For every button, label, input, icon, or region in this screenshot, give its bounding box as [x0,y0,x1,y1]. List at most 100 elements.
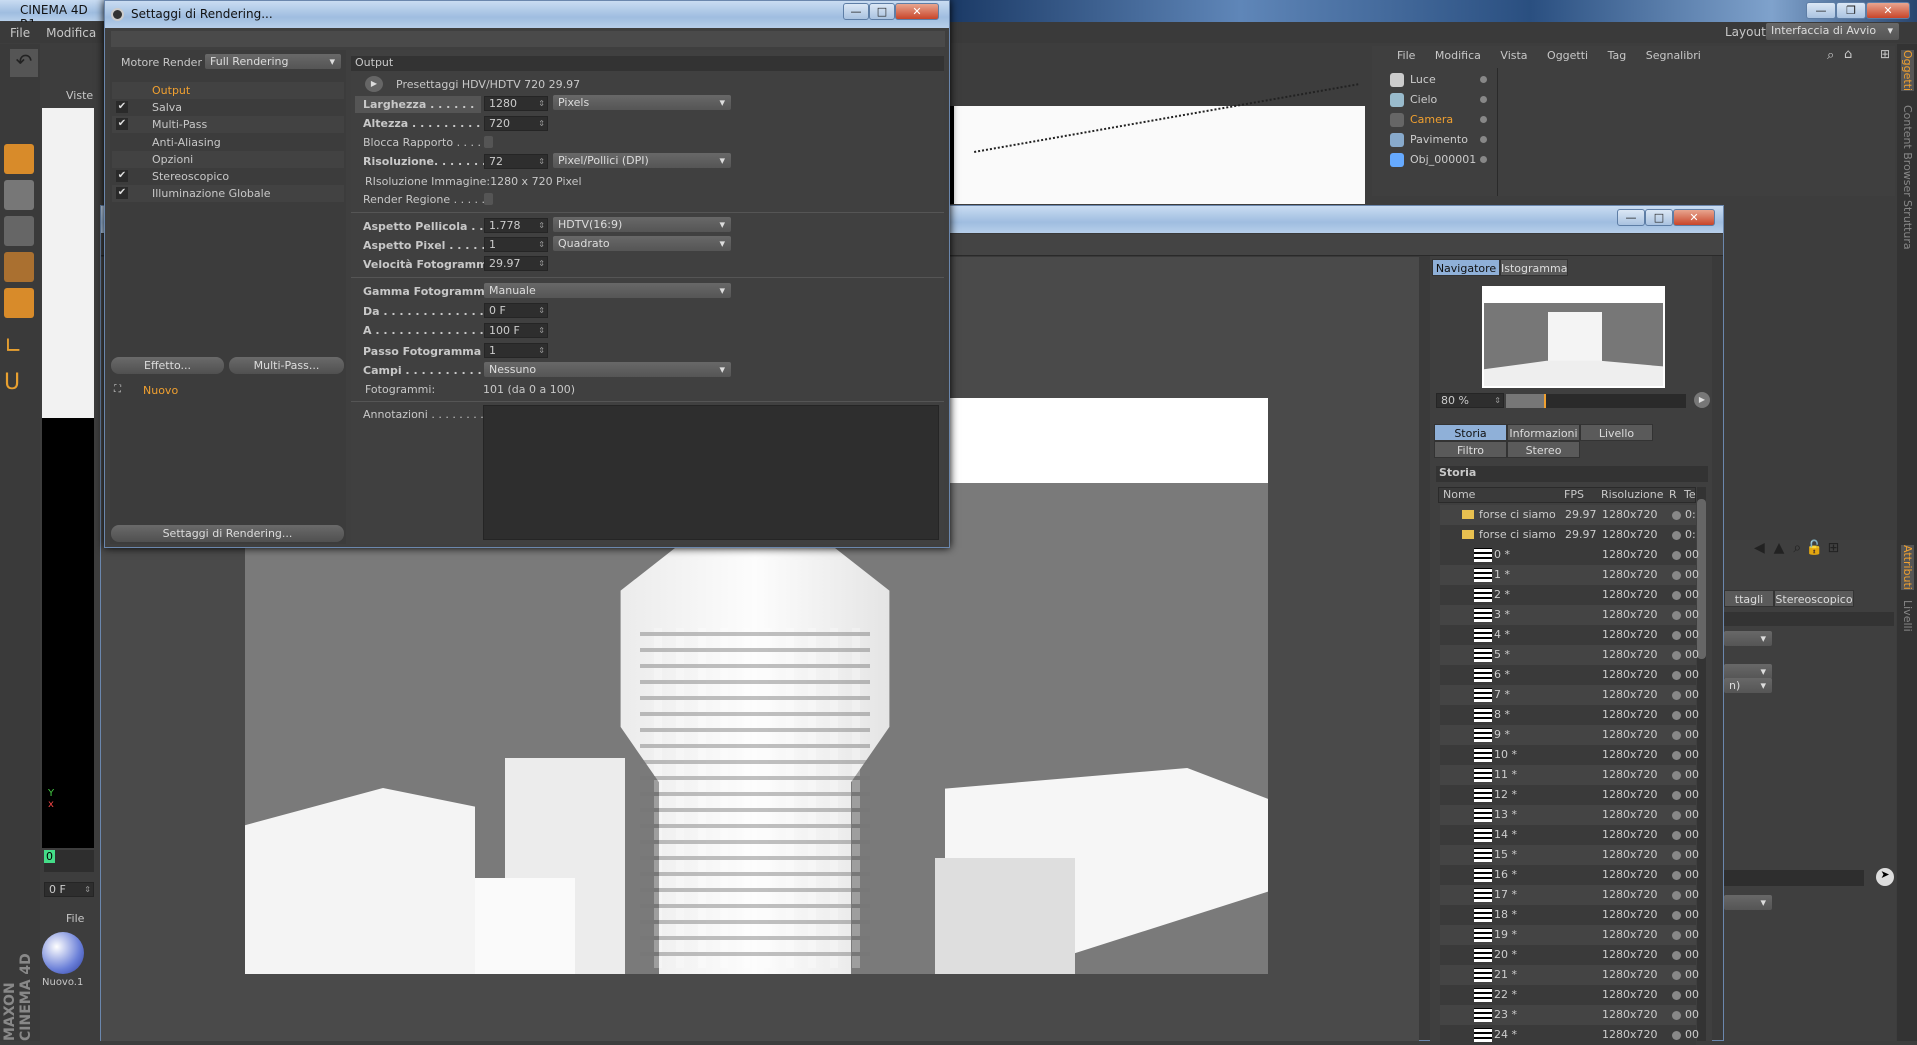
history-frame-row[interactable]: 10 * 1280x720 00 [1440,745,1699,765]
cube-tool-icon[interactable] [4,216,34,246]
menu-modifica[interactable]: Modifica [46,26,96,40]
preset-button[interactable]: ▶ [365,76,383,92]
material-menu-file[interactable]: File [66,912,84,925]
history-frame-row[interactable]: 3 * 1280x720 00 [1440,605,1699,625]
gamma-dropdown[interactable]: Manuale [484,283,731,298]
engine-dropdown[interactable]: Full Rendering [205,54,341,69]
aspetto-pellicola-dropdown[interactable]: HDTV(16:9) [553,217,731,232]
om-search-icon[interactable]: ⌕ [1827,48,1834,63]
tree-item[interactable]: Salva [152,101,182,114]
tab-filtro[interactable]: Filtro [1434,441,1507,458]
blocca-checkbox[interactable] [484,136,493,148]
history-frame-row[interactable]: 8 * 1280x720 00 [1440,705,1699,725]
history-frame-row[interactable]: 9 * 1280x720 00 [1440,725,1699,745]
render-settings-button[interactable]: Settaggi di Rendering... [111,525,344,542]
history-frame-row[interactable]: 4 * 1280x720 00 [1440,625,1699,645]
restore-button[interactable]: ❐ [1836,2,1866,19]
zoom-field[interactable]: 80 % [1436,393,1504,408]
magnet-tool-icon[interactable]: U [4,370,34,400]
aspetto-pixel-dropdown[interactable]: Quadrato [553,236,731,251]
om-menu-segnalibri[interactable]: Segnalibri [1646,49,1701,62]
velocita-field[interactable]: 29.97 [484,256,548,271]
dialog-maximize-button[interactable]: □ [869,3,895,20]
history-frame-row[interactable]: 24 * 1280x720 00 [1440,1025,1699,1045]
tab-livello[interactable]: Livello [1580,424,1653,441]
history-frame-row[interactable]: 20 * 1280x720 00 [1440,945,1699,965]
zoom-slider[interactable] [1506,394,1686,408]
history-frame-row[interactable]: 0 * 1280x720 00 [1440,545,1699,565]
render-setting-nuovo[interactable]: Nuovo [143,384,178,397]
side-tab-livelli[interactable]: Livelli [1901,600,1914,632]
viewer-maximize-button[interactable]: □ [1645,209,1673,226]
tab-navigatore[interactable]: Navigatore [1432,259,1500,276]
axis-tool-icon[interactable]: ∟ [4,334,34,364]
checkbox-checked-icon[interactable]: ✔ [116,170,128,182]
object-row[interactable]: Obj_000001 [1410,150,1476,170]
attr-dropdown-2[interactable] [1724,664,1772,679]
campi-dropdown[interactable]: Nessuno [484,362,731,377]
passo-field[interactable]: 1 [484,343,548,358]
render-regione-checkbox[interactable] [484,193,493,205]
effetto-button[interactable]: Effetto... [111,357,224,374]
side-tab-oggetti[interactable]: Oggetti [1901,50,1914,92]
history-frame-row[interactable]: 1 * 1280x720 00 [1440,565,1699,585]
tree-item[interactable]: Opzioni [152,153,193,166]
col-risoluzione[interactable]: Risoluzione [1601,488,1664,501]
menu-file[interactable]: File [10,26,30,40]
side-tab-struttura[interactable]: Struttura [1901,200,1914,250]
object-row[interactable]: Pavimento [1410,130,1468,150]
tab-storia[interactable]: Storia [1434,424,1507,441]
side-tab-content-browser[interactable]: Content Browser [1901,105,1914,197]
a-field[interactable]: 100 F [484,323,548,338]
altezza-field[interactable]: 720 [484,116,548,131]
annotazioni-textarea[interactable] [483,405,939,540]
history-frame-row[interactable]: 2 * 1280x720 00 [1440,585,1699,605]
cube-tool3-icon[interactable] [4,288,34,318]
history-folder-row[interactable]: forse ci siamo 29.97 1280x720 0: [1440,525,1696,545]
multipass-button[interactable]: Multi-Pass... [229,357,344,374]
om-menu-vista[interactable]: Vista [1500,49,1527,62]
visibility-dot[interactable] [1480,136,1487,143]
undo-button[interactable]: ↶ [10,49,38,77]
cube-tool2-icon[interactable] [4,252,34,282]
history-frame-row[interactable]: 11 * 1280x720 00 [1440,765,1699,785]
layout-dropdown[interactable]: Interfaccia di Avvio [1766,23,1899,40]
viewer-minimize-button[interactable]: — [1617,209,1645,226]
pick-object-icon[interactable]: ➤ [1876,868,1894,886]
close-button[interactable]: ✕ [1866,2,1910,19]
risoluzione-unit-dropdown[interactable]: Pixel/Pollici (DPI) [553,153,731,168]
visibility-dot[interactable] [1480,156,1487,163]
visibility-dot[interactable] [1480,76,1487,83]
attr-tab-dettagli[interactable]: ttagli [1724,590,1774,607]
checkbox-checked-icon[interactable]: ✔ [116,187,128,200]
history-frame-row[interactable]: 22 * 1280x720 00 [1440,985,1699,1005]
history-frame-row[interactable]: 15 * 1280x720 00 [1440,845,1699,865]
history-frame-row[interactable]: 17 * 1280x720 00 [1440,885,1699,905]
history-frame-row[interactable]: 18 * 1280x720 00 [1440,905,1699,925]
larghezza-field[interactable]: 1280 [484,96,548,111]
col-te[interactable]: Te [1684,488,1696,501]
visibility-dot[interactable] [1480,96,1487,103]
aspetto-pellicola-field[interactable]: 1.778 [484,218,548,233]
history-frame-row[interactable]: 14 * 1280x720 00 [1440,825,1699,845]
history-folder-row[interactable]: forse ci siamo 29.97 1280x720 0: [1440,505,1696,525]
om-menu-oggetti[interactable]: Oggetti [1547,49,1588,62]
dialog-minimize-button[interactable]: — [843,3,869,20]
history-frame-row[interactable]: 13 * 1280x720 00 [1440,805,1699,825]
move-tool-icon[interactable] [4,144,34,174]
history-frame-row[interactable]: 16 * 1280x720 00 [1440,865,1699,885]
history-frame-row[interactable]: 12 * 1280x720 00 [1440,785,1699,805]
larghezza-unit-dropdown[interactable]: Pixels [553,95,731,110]
checkbox-checked-icon[interactable]: ✔ [116,118,128,131]
tab-stereo[interactable]: Stereo [1507,441,1580,458]
om-new-icon[interactable]: ⊞ [1880,47,1890,61]
col-r[interactable]: R [1669,488,1677,501]
history-frame-row[interactable]: 6 * 1280x720 00 [1440,665,1699,685]
zoom-play-button[interactable]: ▶ [1694,392,1710,408]
om-menu-tag[interactable]: Tag [1608,49,1627,62]
om-home-icon[interactable]: ⌂ [1844,47,1852,62]
history-frame-row[interactable]: 7 * 1280x720 00 [1440,685,1699,705]
material-preview[interactable] [42,932,84,974]
navigator-thumbnail[interactable] [1482,286,1665,388]
tree-item[interactable]: Illuminazione Globale [152,187,270,200]
